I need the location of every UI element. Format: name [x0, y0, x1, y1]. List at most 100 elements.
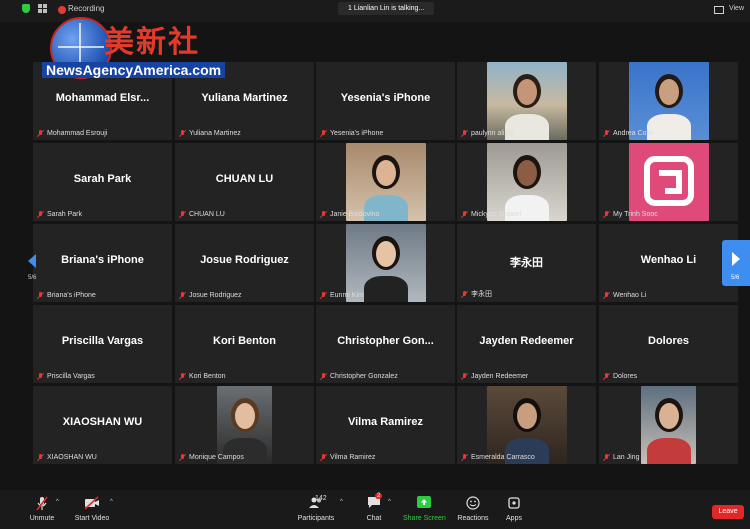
grid-view-icon[interactable] — [38, 4, 47, 13]
participant-tile[interactable]: Eunmi Kim — [316, 224, 455, 302]
participant-tile[interactable]: CHUAN LU CHUAN LU — [175, 143, 314, 221]
participant-display-name: Kori Benton — [213, 335, 276, 347]
participant-video-feed — [346, 224, 426, 302]
participant-name: Briana's iPhone — [47, 292, 96, 299]
participant-tile[interactable]: Janie Baldovino — [316, 143, 455, 221]
participant-video-feed — [641, 386, 696, 464]
participant-tile[interactable]: Yesenia's iPhone Yesenia's iPhone — [316, 62, 455, 140]
news-agency-logo: 美新社 NewsAgencyAmerica.com — [42, 15, 242, 87]
participant-display-name: Priscilla Vargas — [61, 335, 144, 347]
audio-options-chevron-icon[interactable]: ^ — [56, 499, 59, 505]
chat-button[interactable]: 2 Chat — [360, 490, 388, 529]
participant-name: Monique Campos — [189, 454, 244, 461]
participant-tile[interactable]: Josue Rodriguez Josue Rodriguez — [175, 224, 314, 302]
person-face — [234, 403, 255, 429]
video-off-icon — [84, 496, 99, 510]
meeting-toolbar: Unmute ^ Start Video ^ 142 Participants … — [0, 490, 750, 529]
previous-page-arrow-icon[interactable] — [28, 254, 36, 268]
participant-display-name: Vilma Ramirez — [347, 416, 423, 428]
reactions-smiley-icon — [466, 496, 480, 510]
next-page-button[interactable]: 5/6 — [722, 240, 750, 286]
participant-tile[interactable]: Vilma Ramirez Vilma Ramirez — [316, 386, 455, 464]
microphone-muted-icon — [179, 211, 186, 218]
participant-display-name: Yuliana Martinez — [201, 92, 288, 104]
participants-count: 142 — [315, 495, 327, 502]
app-logo-icon — [644, 156, 694, 206]
participant-name-label: Wenhao Li — [603, 292, 646, 299]
participant-video-feed — [629, 143, 709, 221]
participants-button[interactable]: 142 Participants — [296, 490, 336, 529]
person-face — [517, 160, 537, 186]
person-face — [376, 241, 396, 267]
chat-unread-badge: 2 — [375, 493, 383, 499]
participant-display-name: Christopher Gon... — [337, 335, 434, 347]
participant-name: Lan Jing — [613, 454, 640, 461]
participant-name-label: XIAOSHAN WU — [37, 454, 97, 461]
participant-name-label: Andrea Colin — [603, 130, 653, 137]
apps-icon — [508, 497, 520, 509]
participant-tile[interactable]: Esmeralda Carrasco — [457, 386, 596, 464]
participant-name: Yuliana Martinez — [189, 130, 241, 137]
reactions-button[interactable]: Reactions — [456, 490, 490, 529]
participant-display-name: Dolores — [648, 335, 689, 347]
participant-tile[interactable]: My Trinh Sooc — [599, 143, 738, 221]
microphone-muted-icon — [36, 496, 48, 511]
person-torso — [647, 114, 691, 140]
leave-button[interactable]: Leave — [712, 505, 744, 519]
participant-tile[interactable]: Monique Campos — [175, 386, 314, 464]
person-face — [659, 79, 679, 105]
apps-button[interactable]: Apps — [500, 490, 528, 529]
chat-label: Chat — [366, 515, 382, 522]
participant-name-label: Mickyas Shawel — [461, 211, 521, 218]
talking-indicator: 1 Lianlian Lin is talking... — [338, 2, 435, 15]
start-video-button[interactable]: Start Video — [70, 490, 114, 529]
participants-chevron-icon[interactable]: ^ — [340, 499, 343, 505]
participant-display-name: Sarah Park — [73, 173, 132, 185]
apps-label: Apps — [506, 515, 522, 522]
participant-tile[interactable]: Wenhao Li Wenhao Li — [599, 224, 738, 302]
page-indicator-right: 5/6 — [731, 275, 740, 281]
logo-chinese-text: 美新社 — [104, 25, 200, 60]
participant-tile[interactable]: Priscilla Vargas Priscilla Vargas — [33, 305, 172, 383]
participant-name-label: My Trinh Sooc — [603, 211, 658, 218]
participant-name: 李永田 — [471, 291, 492, 298]
unmute-button[interactable]: Unmute — [22, 490, 62, 529]
participant-tile[interactable]: XIAOSHAN WU XIAOSHAN WU — [33, 386, 172, 464]
participant-tile[interactable]: Christopher Gon... Christopher Gonzalez — [316, 305, 455, 383]
participant-tile[interactable]: Dolores Dolores — [599, 305, 738, 383]
participant-tile[interactable]: Lan Jing — [599, 386, 738, 464]
participant-tile[interactable]: Briana's iPhone Briana's iPhone — [33, 224, 172, 302]
participant-video-feed — [487, 143, 567, 221]
participant-tile[interactable]: Jayden Redeemer Jayden Redeemer — [457, 305, 596, 383]
video-options-chevron-icon[interactable]: ^ — [110, 499, 113, 505]
view-button[interactable]: View — [729, 5, 744, 12]
participant-tile[interactable]: Andrea Colin — [599, 62, 738, 140]
participant-name-label: Jayden Redeemer — [461, 373, 528, 380]
participant-display-name: Jayden Redeemer — [479, 335, 574, 347]
participant-tile[interactable]: Sarah Park Sarah Park — [33, 143, 172, 221]
chat-chevron-icon[interactable]: ^ — [388, 499, 391, 505]
microphone-muted-icon — [603, 373, 610, 380]
microphone-muted-icon — [603, 292, 610, 299]
participant-tile[interactable]: Kori Benton Kori Benton — [175, 305, 314, 383]
share-screen-button[interactable]: Share Screen — [403, 490, 446, 529]
participant-name-label: Eunmi Kim — [320, 292, 364, 299]
participant-name: Dolores — [613, 373, 638, 380]
microphone-muted-icon — [603, 454, 610, 461]
participant-tile[interactable]: 李永田 李永田 — [457, 224, 596, 302]
view-icon[interactable] — [714, 6, 724, 14]
participant-tile[interactable]: paulynn alipio — [457, 62, 596, 140]
participant-display-name: Josue Rodriguez — [200, 254, 289, 266]
participant-name: Andrea Colin — [613, 130, 654, 137]
participant-video-feed — [487, 62, 567, 140]
next-arrow-icon — [732, 252, 740, 266]
participant-tile[interactable]: Mickyas Shawel — [457, 143, 596, 221]
participant-name: Yesenia's iPhone — [330, 130, 384, 137]
participant-name: Wenhao Li — [613, 292, 647, 299]
participant-display-name: Mohammad Elsr... — [55, 92, 150, 104]
chat-icon-wrap: 2 — [367, 493, 383, 510]
participant-display-name: Yesenia's iPhone — [340, 92, 431, 104]
participant-name-label: Kori Benton — [179, 373, 226, 380]
participant-name: Mohammad Esrouji — [47, 130, 108, 137]
security-shield-icon[interactable] — [22, 4, 30, 13]
